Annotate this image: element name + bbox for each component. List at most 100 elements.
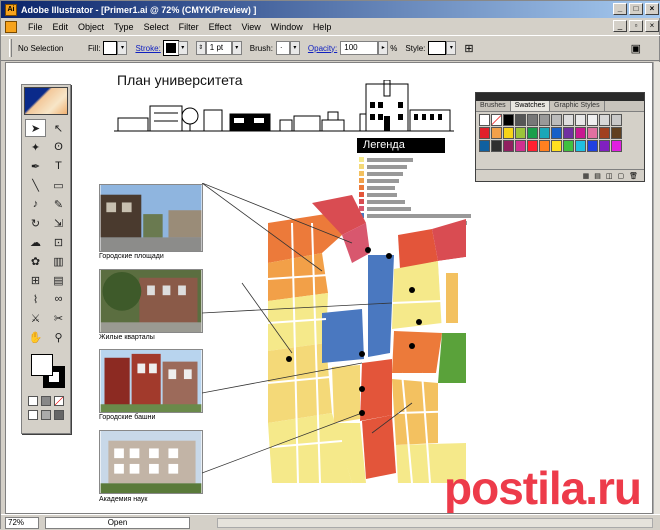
fill-dropdown[interactable]: ▾ (117, 41, 128, 55)
menu-select[interactable]: Select (139, 22, 174, 32)
hand-tool-icon[interactable]: ✋ (25, 328, 46, 346)
map-marker[interactable] (359, 410, 365, 416)
opacity-label[interactable]: Opacity: (308, 44, 337, 53)
maximize-button[interactable]: □ (629, 3, 643, 15)
color-swatch[interactable] (587, 127, 598, 139)
color-swatch[interactable] (491, 127, 502, 139)
fill-swatch[interactable] (103, 41, 118, 55)
stroke-weight-stepper[interactable]: ⇕ (195, 41, 206, 55)
gradient-mode-icon[interactable] (41, 396, 51, 406)
color-swatch[interactable] (599, 114, 610, 126)
color-swatch[interactable] (503, 114, 514, 126)
line-tool-icon[interactable]: ╲ (25, 176, 46, 194)
screen-mode-icon[interactable] (28, 410, 38, 420)
direct-selection-tool-icon[interactable]: ↖ (48, 119, 69, 137)
map-marker[interactable] (386, 253, 392, 259)
color-mode-icon[interactable] (28, 396, 38, 406)
opacity-dropdown[interactable]: ▸ (378, 41, 389, 55)
swatch-library-icon[interactable]: ▤ (594, 172, 601, 180)
magic-wand-tool-icon[interactable]: ✦ (25, 138, 46, 156)
full-screen-menu-icon[interactable] (41, 410, 51, 420)
brush-dropdown[interactable]: ▾ (289, 41, 300, 55)
color-swatch[interactable] (551, 127, 562, 139)
stroke-label[interactable]: Stroke: (135, 44, 160, 53)
stroke-weight-dropdown[interactable]: ▾ (231, 41, 242, 55)
horizontal-scrollbar[interactable] (217, 518, 653, 528)
color-swatch[interactable] (575, 127, 586, 139)
color-swatch[interactable] (551, 114, 562, 126)
color-swatch[interactable] (611, 127, 622, 139)
vertical-scrollbar[interactable] (653, 62, 660, 514)
menu-type[interactable]: Type (109, 22, 139, 32)
menu-window[interactable]: Window (266, 22, 308, 32)
minimize-button[interactable]: _ (613, 3, 627, 15)
pen-tool-icon[interactable]: ✒ (25, 157, 46, 175)
color-swatch[interactable] (479, 140, 490, 152)
panel-header[interactable] (476, 93, 644, 101)
align-icon[interactable]: ⊞ (464, 42, 473, 55)
doc-close-button[interactable]: × (645, 20, 659, 32)
color-swatch[interactable] (575, 140, 586, 152)
status-field[interactable]: Open (45, 516, 190, 529)
paintbrush-tool-icon[interactable]: ♪ (25, 195, 46, 213)
color-swatch[interactable] (515, 127, 526, 139)
brush-field[interactable]: · (275, 41, 290, 55)
color-swatch[interactable] (587, 114, 598, 126)
color-swatch[interactable] (599, 140, 610, 152)
map-marker[interactable] (409, 343, 415, 349)
color-swatch[interactable] (563, 127, 574, 139)
color-swatch[interactable] (611, 114, 622, 126)
zoom-field[interactable]: 72% (5, 516, 39, 529)
type-tool-icon[interactable]: T (48, 157, 69, 175)
color-swatch[interactable] (479, 114, 490, 126)
swatch-kind-icon[interactable]: ▦ (583, 172, 590, 180)
full-screen-icon[interactable] (54, 410, 64, 420)
color-swatch[interactable] (599, 127, 610, 139)
color-swatch[interactable] (539, 114, 550, 126)
symbol-sprayer-tool-icon[interactable]: ✿ (25, 252, 46, 270)
color-swatch[interactable] (551, 140, 562, 152)
fill-color-box[interactable] (31, 354, 53, 376)
map-marker[interactable] (359, 386, 365, 392)
graph-tool-icon[interactable]: ▥ (48, 252, 69, 270)
map-marker[interactable] (416, 319, 422, 325)
lasso-tool-icon[interactable]: ʘ (48, 138, 69, 156)
menu-filter[interactable]: Filter (174, 22, 204, 32)
menu-file[interactable]: File (23, 22, 48, 32)
color-swatch[interactable] (539, 140, 550, 152)
selection-tool-icon[interactable]: ➤ (25, 119, 46, 137)
map-marker[interactable] (365, 247, 371, 253)
map-marker[interactable] (409, 287, 415, 293)
stroke-swatch[interactable] (162, 40, 179, 56)
rotate-tool-icon[interactable]: ↻ (25, 214, 46, 232)
mesh-tool-icon[interactable]: ⊞ (25, 271, 46, 289)
eyedropper-tool-icon[interactable]: ⌇ (25, 290, 46, 308)
free-transform-tool-icon[interactable]: ⊡ (48, 233, 69, 251)
scissors-tool-icon[interactable]: ✂ (48, 309, 69, 327)
color-swatch[interactable] (575, 114, 586, 126)
doc-minimize-button[interactable]: _ (613, 20, 627, 32)
tab-brushes[interactable]: Brushes (476, 101, 511, 111)
color-swatch[interactable] (503, 127, 514, 139)
scale-tool-icon[interactable]: ⇲ (48, 214, 69, 232)
pencil-tool-icon[interactable]: ✎ (48, 195, 69, 213)
opacity-field[interactable]: 100 (340, 41, 379, 55)
close-button[interactable]: × (645, 3, 659, 15)
color-swatch[interactable] (587, 140, 598, 152)
color-swatch[interactable] (479, 127, 490, 139)
rectangle-tool-icon[interactable]: ▭ (48, 176, 69, 194)
menu-object[interactable]: Object (73, 22, 109, 32)
menu-help[interactable]: Help (308, 22, 337, 32)
color-swatch[interactable] (491, 140, 502, 152)
color-swatch[interactable] (611, 140, 622, 152)
color-swatch[interactable] (563, 114, 574, 126)
menu-effect[interactable]: Effect (204, 22, 237, 32)
color-swatch[interactable] (563, 140, 574, 152)
color-swatch[interactable] (515, 114, 526, 126)
gradient-tool-icon[interactable]: ▤ (48, 271, 69, 289)
document-icon[interactable] (5, 20, 17, 33)
color-swatch[interactable] (539, 127, 550, 139)
tab-graphic-styles[interactable]: Graphic Styles (550, 101, 605, 111)
stroke-dropdown[interactable]: ▾ (177, 41, 188, 55)
stroke-weight-field[interactable]: 1 pt (205, 41, 232, 55)
